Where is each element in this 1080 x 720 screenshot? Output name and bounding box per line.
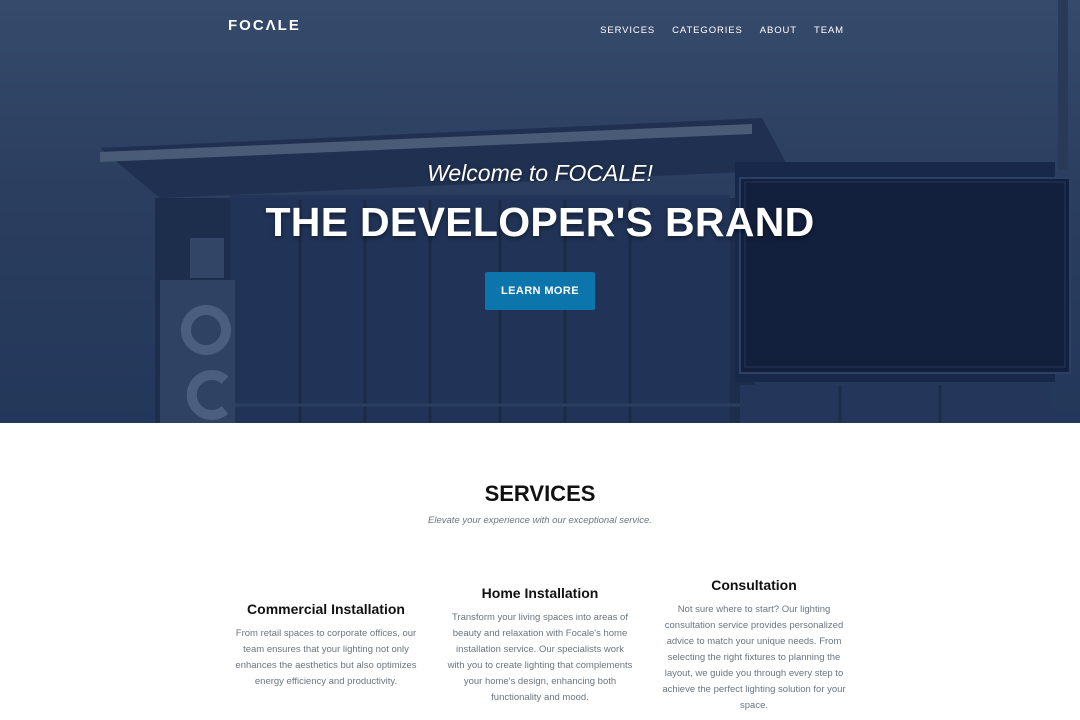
top-navbar: FOCΛLE SERVICES CATEGORIES ABOUT TEAM [0, 0, 1080, 52]
brand-logo-link[interactable]: FOCΛLE [228, 17, 301, 34]
service-card-commercial: Commercial Installation From retail spac… [234, 601, 418, 690]
nav-link-services[interactable]: SERVICES [600, 25, 655, 36]
nav-item-categories: CATEGORIES [672, 20, 743, 38]
services-subheading: Elevate your experience with our excepti… [428, 515, 652, 526]
service-title: Consultation [711, 577, 797, 593]
service-title: Commercial Installation [247, 601, 405, 617]
services-heading: SERVICES [484, 481, 596, 506]
learn-more-button[interactable]: LEARN MORE [485, 272, 595, 310]
nav-item-team: TEAM [814, 20, 844, 38]
service-card-consultation: Consultation Not sure where to start? Ou… [662, 577, 846, 714]
service-card-home: Home Installation Transform your living … [447, 585, 633, 706]
service-description: Transform your living spaces into areas … [447, 612, 633, 703]
service-title: Home Installation [481, 585, 599, 601]
hero-section: FOCΛLE SERVICES CATEGORIES ABOUT TEAM We… [0, 0, 1080, 423]
nav-item-services: SERVICES [600, 20, 655, 38]
hero-welcome-text: Welcome to FOCALE! [427, 160, 653, 186]
nav-link-categories[interactable]: CATEGORIES [672, 25, 743, 36]
nav-link-about[interactable]: ABOUT [760, 25, 797, 36]
nav-item-about: ABOUT [760, 20, 797, 38]
hero-content: Welcome to FOCALE! THE DEVELOPER'S BRAND [0, 160, 1080, 246]
service-description: From retail spaces to corporate offices,… [235, 628, 417, 687]
service-description: Not sure where to start? Our lighting co… [662, 604, 846, 711]
nav-menu: SERVICES CATEGORIES ABOUT TEAM [600, 20, 844, 38]
hero-headline: THE DEVELOPER'S BRAND [265, 199, 815, 245]
nav-link-team[interactable]: TEAM [814, 25, 844, 36]
